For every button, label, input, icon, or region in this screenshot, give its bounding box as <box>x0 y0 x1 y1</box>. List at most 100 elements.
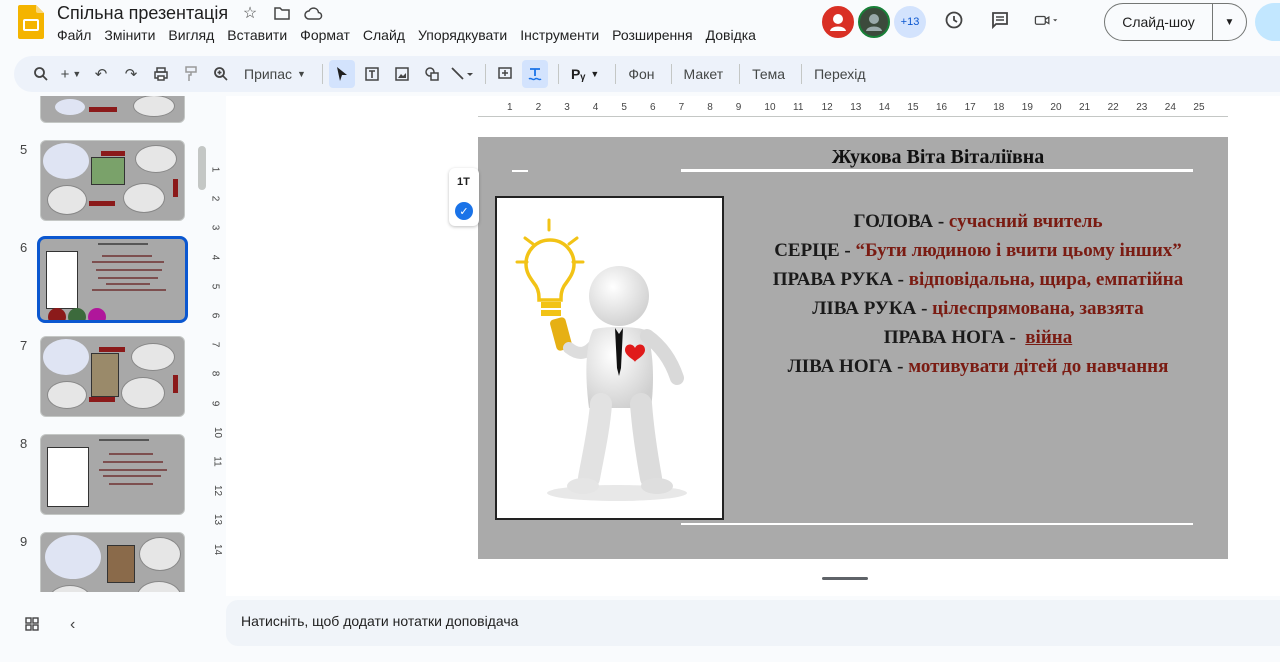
ruler-tick: 10 <box>212 426 224 438</box>
ruler-tick: 7 <box>678 102 685 113</box>
thumb-text <box>92 261 164 263</box>
redo-icon[interactable]: ↷ <box>118 60 144 88</box>
filmstrip-scrollbar[interactable] <box>198 146 206 190</box>
menu-edit[interactable]: Змінити <box>104 27 155 43</box>
slide-number: 7 <box>20 338 28 353</box>
ruler-tick: 8 <box>209 371 221 377</box>
undo-icon[interactable]: ↶ <box>88 60 114 88</box>
line-value: сучасний вчитель <box>948 211 1103 232</box>
comment-add-icon[interactable] <box>492 60 518 88</box>
menu-slide[interactable]: Слайд <box>363 27 405 43</box>
vertical-ruler: 1 2 3 4 5 6 7 8 9 10 11 12 13 14 <box>209 136 226 560</box>
notes-resize-handle[interactable] <box>822 577 868 580</box>
menu-insert[interactable]: Вставити <box>227 27 287 43</box>
layout-button[interactable]: Макет <box>678 60 730 88</box>
divider <box>670 64 672 84</box>
slideshow-button[interactable]: Слайд-шоу ▼ <box>1104 3 1247 41</box>
rv-dropdown[interactable]: Pᵧ ▼ <box>565 60 605 88</box>
line-icon[interactable] <box>449 60 475 88</box>
divider <box>484 64 486 84</box>
thumb-oval <box>131 343 175 371</box>
line-value-link[interactable]: війна <box>1025 327 1072 348</box>
star-icon[interactable]: ☆ <box>240 3 260 23</box>
zoom-fit-dropdown[interactable]: Припас ▼ <box>238 60 312 88</box>
ruler-tick: 18 <box>993 102 1005 113</box>
menu-format[interactable]: Формат <box>300 27 350 43</box>
history-icon[interactable] <box>942 8 966 32</box>
slideshow-label[interactable]: Слайд-шоу <box>1105 4 1213 40</box>
slide-thumbnail-8[interactable] <box>40 434 185 515</box>
slide-title[interactable]: Жукова Віта Віталіївна <box>728 146 1148 169</box>
search-menus-icon[interactable] <box>28 60 54 88</box>
comments-icon[interactable] <box>988 8 1012 32</box>
thumb-oval <box>47 185 87 215</box>
ruler-tick: 22 <box>1107 102 1119 113</box>
menu-help[interactable]: Довідка <box>706 27 756 43</box>
share-button[interactable] <box>1255 3 1280 41</box>
chevron-down-icon[interactable]: ▼ <box>1213 17 1246 28</box>
ruler-tick: 14 <box>878 102 890 113</box>
line-key: ПРАВА РУКА - <box>772 269 909 290</box>
slide-thumbnail-5[interactable] <box>40 140 185 221</box>
check-circle-icon[interactable]: ✓ <box>455 202 473 220</box>
current-slide[interactable]: Жукова Віта Віталіївна ГОЛОВА - сучасний… <box>478 137 1228 559</box>
thumb-cloud <box>45 535 101 579</box>
rv-label: Pᵧ <box>570 66 586 82</box>
slide-illustration[interactable] <box>495 196 724 520</box>
text-box-icon[interactable] <box>359 60 385 88</box>
title-icons: ☆ <box>240 3 324 23</box>
avatar[interactable] <box>858 6 890 38</box>
avatar[interactable] <box>822 6 854 38</box>
cloud-saved-icon[interactable] <box>304 3 324 23</box>
decor-line <box>681 169 1193 172</box>
insert-image-icon[interactable] <box>389 60 415 88</box>
ruler-tick: 4 <box>592 102 599 113</box>
slide-thumbnail-6[interactable] <box>37 236 188 323</box>
line-key: СЕРЦЕ - <box>774 240 856 261</box>
menu-file[interactable]: Файл <box>57 27 91 43</box>
ruler-tick: 6 <box>209 312 221 319</box>
translate-text-icon[interactable]: 1T <box>457 176 470 188</box>
ruler-tick: 3 <box>209 225 221 231</box>
select-cursor-icon[interactable] <box>328 60 355 88</box>
document-title[interactable]: Спільна презентація <box>57 3 228 24</box>
collapse-filmstrip-icon[interactable]: ‹ <box>70 616 75 637</box>
menu-view[interactable]: Вигляд <box>168 27 214 43</box>
meet-video-icon[interactable] <box>1034 8 1058 32</box>
slides-logo-icon[interactable] <box>18 5 44 39</box>
slide-filmstrip[interactable]: 5 6 7 8 9 <box>0 96 212 592</box>
decor-line <box>512 170 528 172</box>
ruler-tick: 12 <box>821 102 833 113</box>
print-icon[interactable] <box>148 60 174 88</box>
move-to-folder-icon[interactable] <box>272 3 292 23</box>
slide-thumbnail-4[interactable] <box>40 96 185 123</box>
toolbar: + ▼ ↶ ↷ Припас ▼ Pᵧ ▼ Фон Макет Тема Перех… <box>14 56 1280 92</box>
line-key: ГОЛОВА - <box>853 211 949 232</box>
menu-arrange[interactable]: Упорядкувати <box>418 27 507 43</box>
paint-format-icon[interactable] <box>178 60 204 88</box>
shape-icon[interactable] <box>419 60 445 88</box>
slide-text-body[interactable]: ГОЛОВА - сучасний вчитель СЕРЦЕ - “Бути … <box>748 207 1208 381</box>
transition-button[interactable]: Перехід <box>808 60 871 88</box>
avatar <box>48 308 66 320</box>
thumb-arrow <box>101 151 125 156</box>
new-slide-icon[interactable]: + ▼ <box>58 60 84 88</box>
speaker-notes[interactable]: Натисніть, щоб додати нотатки доповідача <box>226 600 1280 646</box>
ruler-tick: 9 <box>209 400 221 406</box>
more-collaborators-badge[interactable]: +13 <box>894 6 926 38</box>
menu-extensions[interactable]: Розширення <box>612 27 692 43</box>
thumb-arrow <box>99 347 125 352</box>
ruler-tick: 5 <box>209 283 221 290</box>
theme-button[interactable]: Тема <box>746 60 791 88</box>
menu-tools[interactable]: Інструменти <box>520 27 599 43</box>
spellcheck-icon[interactable] <box>521 60 548 88</box>
zoom-icon[interactable] <box>208 60 234 88</box>
slide-thumbnail-7[interactable] <box>40 336 185 417</box>
ruler-tick: 19 <box>1021 102 1033 113</box>
speaker-notes-placeholder[interactable]: Натисніть, щоб додати нотатки доповідача <box>241 613 518 629</box>
grid-view-icon[interactable] <box>24 616 40 637</box>
background-button[interactable]: Фон <box>622 60 660 88</box>
slide-thumbnail-9[interactable] <box>40 532 185 592</box>
divider <box>801 64 803 84</box>
thumb-oval <box>121 377 165 409</box>
